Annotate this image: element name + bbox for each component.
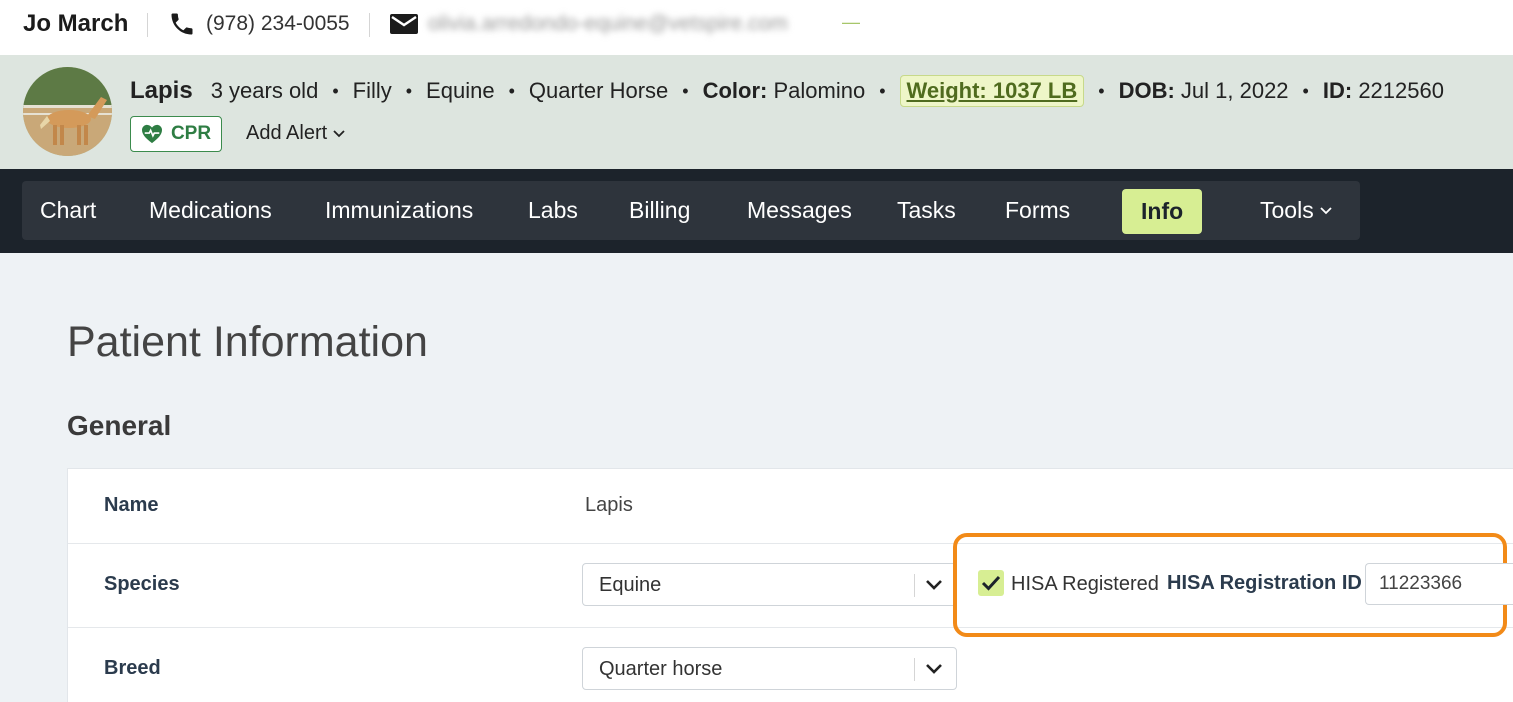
client-name[interactable]: Jo March: [23, 10, 128, 38]
hisa-registered-checkbox[interactable]: [978, 570, 1004, 596]
client-phone[interactable]: (978) 234-0055: [206, 12, 350, 36]
nav-tools[interactable]: Tools: [1260, 181, 1332, 240]
client-bar: Jo March (978) 234-0055 olivia.arredondo…: [0, 0, 1513, 55]
nav-band: Chart Medications Immunizations Labs Bil…: [0, 169, 1513, 253]
divider: [369, 13, 370, 37]
nav-labs[interactable]: Labs: [528, 181, 578, 240]
separator: •: [405, 80, 413, 101]
cpr-label: CPR: [170, 123, 212, 144]
select-separator: [914, 574, 915, 597]
patient-name[interactable]: Lapis: [130, 77, 193, 105]
breed-select-value: Quarter horse: [599, 658, 723, 680]
patient-sex: Filly: [352, 78, 392, 103]
breed-label: Breed: [104, 657, 161, 679]
select-separator: [914, 658, 915, 681]
nav-forms[interactable]: Forms: [1005, 181, 1070, 240]
patient-id: 2212560: [1358, 78, 1444, 103]
patient-summary: Lapis 3 years old • Filly • Equine • Qua…: [130, 75, 1444, 107]
client-extra: —: [842, 12, 860, 32]
species-select[interactable]: Equine: [582, 563, 957, 606]
client-email[interactable]: olivia.arredondo-equine@vetspire.com: [428, 12, 788, 36]
nav-chart[interactable]: Chart: [40, 181, 96, 240]
patient-color: Palomino: [773, 78, 866, 103]
nav-immunizations[interactable]: Immunizations: [325, 181, 473, 240]
separator: •: [1302, 80, 1309, 101]
page-title: Patient Information: [67, 318, 428, 366]
chevron-down-icon[interactable]: [924, 659, 944, 679]
nav-info[interactable]: Info: [1122, 189, 1203, 234]
separator: •: [682, 80, 689, 101]
checkmark-icon: [981, 575, 1001, 591]
mail-icon[interactable]: [389, 12, 419, 36]
phone-icon[interactable]: [168, 10, 196, 38]
patient-dob: Jul 1, 2022: [1180, 78, 1289, 103]
species-label: Species: [104, 573, 180, 595]
species-select-value: Equine: [599, 574, 662, 596]
nav-billing[interactable]: Billing: [629, 181, 690, 240]
breed-select[interactable]: Quarter horse: [582, 647, 957, 690]
color-label: Color:: [702, 78, 768, 103]
nav-tools-label: Tools: [1260, 197, 1314, 223]
add-alert-dropdown[interactable]: Add Alert: [246, 122, 345, 145]
chevron-down-icon[interactable]: [924, 575, 944, 595]
nav-messages[interactable]: Messages: [747, 181, 852, 240]
patient-avatar[interactable]: [23, 67, 112, 156]
nav-tasks[interactable]: Tasks: [897, 181, 956, 240]
add-alert-label: Add Alert: [246, 122, 328, 144]
nav-medications[interactable]: Medications: [149, 181, 272, 240]
patient-header: Lapis 3 years old • Filly • Equine • Qua…: [0, 55, 1513, 169]
separator: •: [1098, 80, 1105, 101]
section-title: General: [67, 410, 172, 441]
patient-age: 3 years old: [210, 78, 319, 103]
patient-breed: Quarter Horse: [528, 78, 669, 103]
main-nav: Chart Medications Immunizations Labs Bil…: [22, 181, 1360, 240]
heart-pulse-icon: [141, 124, 162, 144]
separator: •: [332, 80, 339, 101]
divider: [147, 13, 148, 37]
id-label: ID:: [1322, 78, 1353, 103]
name-value: Lapis: [585, 494, 633, 516]
chevron-down-icon: [1320, 206, 1332, 214]
separator: •: [508, 80, 515, 101]
cpr-button[interactable]: CPR: [130, 116, 222, 152]
dob-label: DOB:: [1118, 78, 1175, 103]
patient-species: Equine: [426, 78, 495, 103]
hisa-id-input[interactable]: [1365, 563, 1513, 605]
hisa-id-label: HISA Registration ID: [1167, 572, 1362, 594]
name-label: Name: [104, 494, 159, 516]
breed-row: Breed Quarter horse: [68, 628, 1513, 702]
hisa-registered-label[interactable]: HISA Registered: [1011, 573, 1159, 596]
separator: •: [879, 80, 886, 101]
weight-badge[interactable]: Weight: 1037 LB: [899, 75, 1085, 107]
chevron-down-icon: [333, 129, 345, 137]
